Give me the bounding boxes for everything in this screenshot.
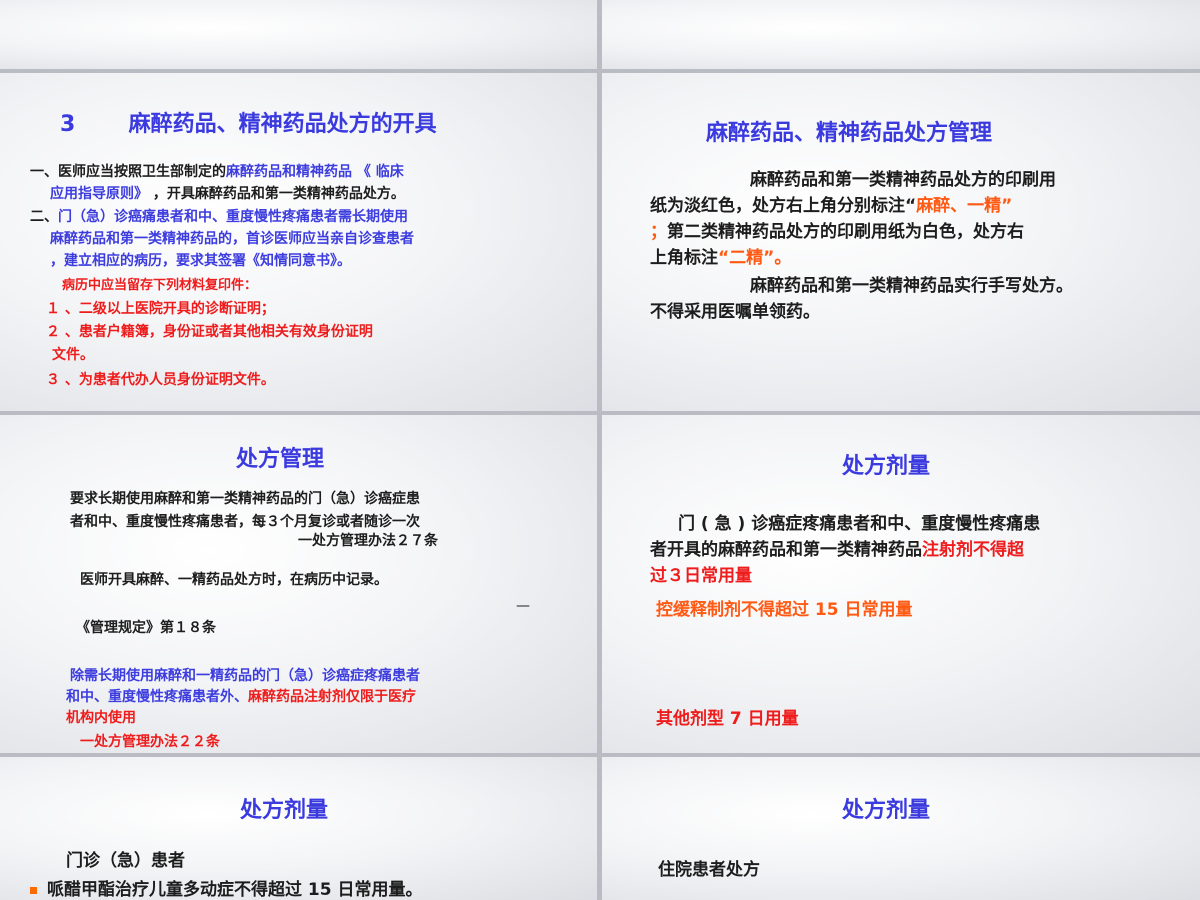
slide-title: 3 麻醉药品、精神药品处方的开具 [60, 106, 437, 138]
text-c3: 机构内使用 [66, 710, 136, 726]
text-segment: 一、医师应当按照卫生部制定的 [30, 164, 226, 180]
text-segment: 者开具的麻醉药品和第一类精神药品 [650, 540, 922, 560]
para-line-1: 麻醉药品和第一类精神药品处方的印刷用 [750, 170, 1056, 190]
line-3: 二、门（急）诊癌痛患者和中、重度慢性疼痛患者需长期使用 [30, 206, 408, 226]
text-a2: 者和中、重度慢性疼痛患者，每３个月复诊或者随诊一次 [70, 514, 420, 530]
bullet-text: 哌醋甲酯治疗儿童多动症不得超过 15 日常用量。 [47, 880, 423, 900]
line-1: 一、医师应当按照卫生部制定的麻醉药品和精神药品 《 临床 [30, 161, 404, 181]
para-line-3: ；第二类精神药品处方的印刷用纸为白色，处方右 [650, 217, 1024, 242]
citation-a3: 一处方管理办法２７条 [298, 533, 438, 549]
line-9: 文件。 [52, 347, 94, 363]
text-c1: 除需长期使用麻醉和一精药品的门（急）诊癌症疼痛患者 [70, 668, 420, 684]
para-line-2: 者开具的麻醉药品和第一类精神药品注射剂不得超 [650, 535, 1024, 560]
text-segment: 第二类精神药品处方的印刷用纸为白色，处方右 [667, 222, 1024, 242]
slide-title: 处方剂量 [842, 798, 931, 823]
title-text: 麻醉药品、精神药品处方的开具 [128, 112, 437, 137]
text-segment: 麻醉药品和精神药品 《 临床 [226, 164, 404, 180]
text-segment: 注射剂不得超 [922, 540, 1024, 560]
slide-prescription-management: 麻醉药品、精神药品处方管理 麻醉药品和第一类精神药品处方的印刷用 纸为淡红色，处… [602, 73, 1200, 411]
subtitle: 住院患者处方 [658, 860, 760, 880]
para-line-2: 纸为淡红色，处方右上角分别标注“麻醉、一精” [650, 191, 1012, 216]
dash-mark: — [516, 598, 530, 614]
line-6: 病历中应当留存下列材料复印件： [62, 278, 258, 293]
line-5: ，建立相应的病历，要求其签署《知情同意书》。 [50, 253, 351, 269]
slide-top-right [602, 0, 1200, 69]
subtitle: 门诊（急）患者 [66, 851, 185, 871]
bullet-item: 哌醋甲酯治疗儿童多动症不得超过 15 日常用量。 [30, 875, 423, 900]
slide-dosage-2: 处方剂量 门诊（急）患者 哌醋甲酯治疗儿童多动症不得超过 15 日常用量。 [0, 757, 597, 900]
slide-title: 处方剂量 [842, 454, 931, 479]
para-line-4: 上角标注“二精”。 [650, 243, 791, 268]
text-segment: 门（急）诊癌痛患者和中、重度慢性疼痛患者需长期使用 [58, 209, 408, 225]
controlled-release-note: 控缓释制剂不得超过 15 日常用量 [656, 600, 913, 620]
para-line-5: 麻醉药品和第一类精神药品实行手写处方。 [750, 276, 1073, 296]
text-segment: “二精”。 [718, 248, 792, 268]
text-a1: 要求长期使用麻醉和第一类精神药品的门（急）诊癌症患 [70, 491, 420, 507]
text-segment: 应用指导原则》 [50, 186, 148, 202]
slide-dosage-1: 处方剂量 门 ( 急 ) 诊癌症疼痛患者和中、重度慢性疼痛患 者开具的麻醉药品和… [602, 415, 1200, 753]
text-segment: 二、 [30, 209, 58, 225]
slide-dosage-3: 处方剂量 住院患者处方 [602, 757, 1200, 900]
para-line-1: 门 ( 急 ) 诊癌症疼痛患者和中、重度慢性疼痛患 [678, 514, 1041, 534]
citation-b2: 《管理规定》第１８条 [76, 620, 216, 636]
text-segment: ，开具麻醉药品和第一类精神药品处方。 [148, 186, 405, 202]
line-8: ２ 、患者户籍簿，身份证或者其他相关有效身份证明 [46, 324, 373, 340]
text-c2: 和中、重度慢性疼痛患者外、麻醉药品注射剂仅限于医疗 [66, 686, 416, 706]
text-segment: 上角标注 [650, 248, 718, 268]
para-line-6: 不得采用医嘱单领药。 [650, 302, 820, 322]
slide-top-left [0, 0, 597, 69]
slide-prescription-issuing: 3 麻醉药品、精神药品处方的开具 一、医师应当按照卫生部制定的麻醉药品和精神药品… [0, 73, 597, 411]
line-10: ３ 、为患者代办人员身份证明文件。 [46, 372, 275, 388]
slide-title: 处方管理 [236, 447, 325, 472]
text-segment: 纸为淡红色，处方右上角分别标注“ [650, 196, 917, 216]
para-line-3: 过３日常用量 [650, 566, 752, 586]
text-segment: 麻醉药品注射剂仅限于医疗 [248, 689, 416, 705]
line-7: １ 、二级以上医院开具的诊断证明； [46, 301, 275, 317]
slide-title: 处方剂量 [240, 798, 329, 823]
text-b1: 医师开具麻醉、一精药品处方时，在病历中记录。 [80, 572, 388, 588]
section-number: 3 [60, 112, 76, 137]
citation-c4: 一处方管理办法２２条 [80, 734, 220, 750]
text-segment: ； [650, 222, 667, 242]
line-2: 应用指导原则》 ，开具麻醉药品和第一类精神药品处方。 [50, 183, 405, 203]
bullet-marker [30, 886, 37, 894]
other-forms-note: 其他剂型 7 日用量 [656, 709, 799, 729]
line-4: 麻醉药品和第一类精神药品的，首诊医师应当亲自诊查患者 [50, 231, 414, 247]
slide-prescription-rules: 处方管理 要求长期使用麻醉和第一类精神药品的门（急）诊癌症患 者和中、重度慢性疼… [0, 415, 597, 753]
slide-title: 麻醉药品、精神药品处方管理 [706, 121, 993, 146]
text-segment: 和中、重度慢性疼痛患者外、 [66, 689, 248, 705]
text-segment: 麻醉、一精” [916, 196, 1013, 216]
